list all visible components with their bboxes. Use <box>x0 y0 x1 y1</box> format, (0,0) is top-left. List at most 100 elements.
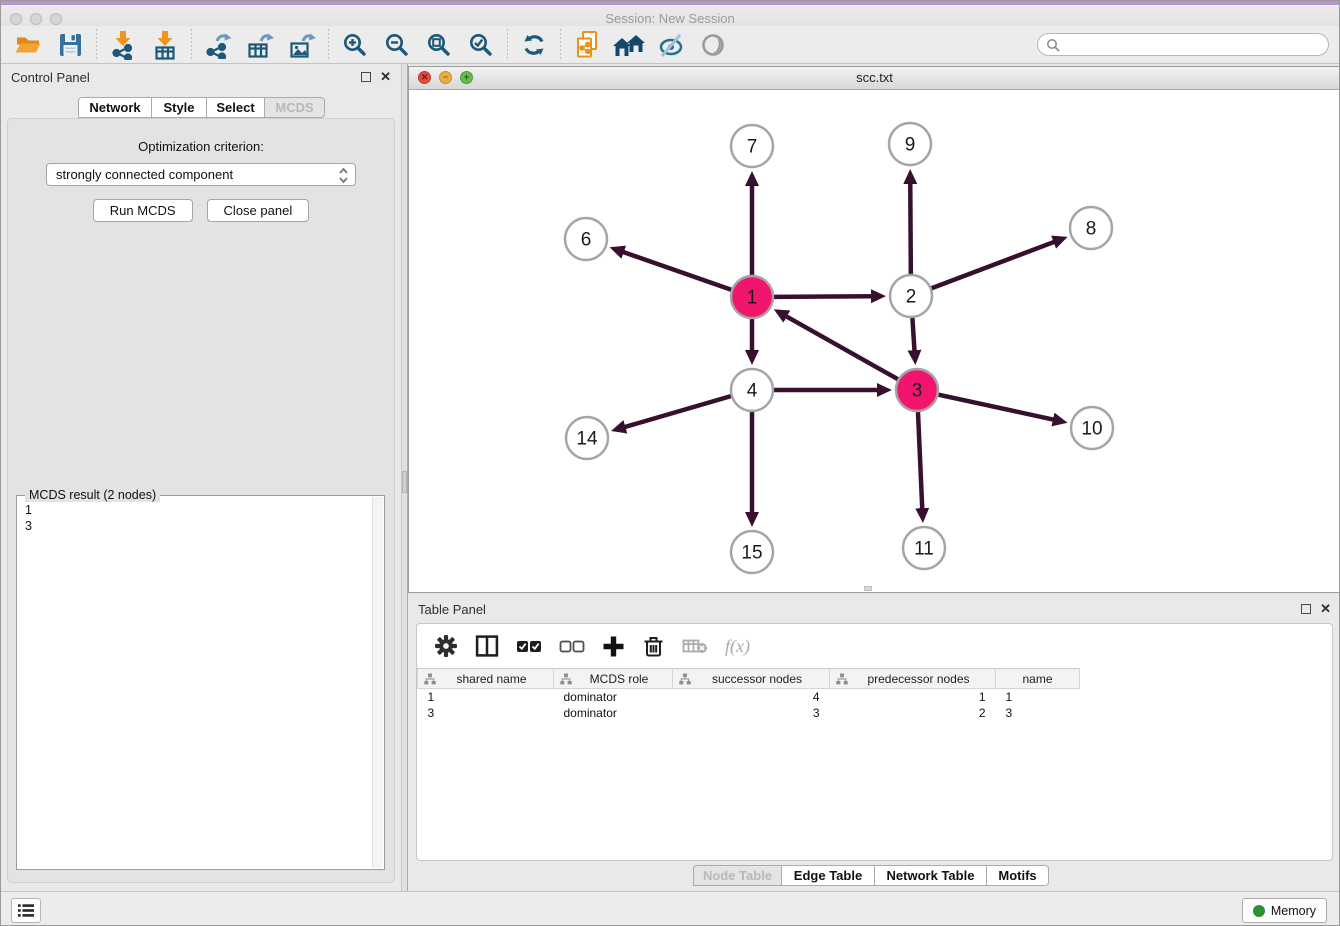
edge-2-8[interactable] <box>932 241 1056 288</box>
close-panel-icon[interactable]: ✕ <box>380 71 391 82</box>
node-8[interactable]: 8 <box>1070 207 1112 249</box>
edge-2-3[interactable] <box>912 318 914 352</box>
save-icon <box>57 32 83 58</box>
select-all-button[interactable] <box>516 637 542 655</box>
float-panel-icon[interactable] <box>361 72 371 82</box>
control-panel-tabs: Network Style Select MCDS <box>78 97 325 118</box>
node-14[interactable]: 14 <box>566 417 608 459</box>
tab-motifs[interactable]: Motifs <box>987 865 1049 886</box>
birds-eye-view-button[interactable] <box>692 29 734 61</box>
float-panel-icon[interactable] <box>1301 604 1311 614</box>
export-network-button[interactable] <box>197 29 239 61</box>
hide-graphics-details-button[interactable] <box>650 29 692 61</box>
network-resize-grip[interactable] <box>864 586 872 591</box>
network-view-window: ✕ − + scc.txt 7968124314101511 <box>408 66 1340 593</box>
column-header-4[interactable]: name <box>996 669 1080 689</box>
column-header-label: successor nodes <box>691 672 823 686</box>
table-toolbar: f(x) <box>417 624 1332 668</box>
table-settings-button[interactable] <box>434 634 458 658</box>
column-header-3[interactable]: predecessor nodes <box>830 669 996 689</box>
zoom-out-button[interactable] <box>376 29 418 61</box>
task-history-button[interactable] <box>11 898 41 923</box>
import-table-button[interactable] <box>144 29 186 61</box>
optimization-criterion-label: Optimization criterion: <box>8 139 394 154</box>
table-panel-tabs: Node Table Edge Table Network Table Moti… <box>693 865 1049 886</box>
save-session-button[interactable] <box>49 29 91 61</box>
table-cell[interactable]: 1 <box>830 689 996 706</box>
table-cell[interactable]: 4 <box>673 689 830 706</box>
run-mcds-button[interactable]: Run MCDS <box>93 199 193 222</box>
node-15[interactable]: 15 <box>731 531 773 573</box>
import-network-button[interactable] <box>102 29 144 61</box>
tab-select[interactable]: Select <box>207 97 265 118</box>
edge-1-2[interactable] <box>774 296 873 297</box>
table-cell[interactable]: 3 <box>996 705 1080 721</box>
edge-4-14[interactable] <box>623 396 730 427</box>
zoom-selected-button[interactable] <box>460 29 502 61</box>
splitter-grip[interactable] <box>402 471 407 493</box>
deselect-all-button[interactable] <box>559 637 585 655</box>
tab-mcds[interactable]: MCDS <box>265 97 325 118</box>
column-header-label: MCDS role <box>572 672 666 686</box>
edge-1-6[interactable] <box>622 252 731 290</box>
close-panel-icon[interactable]: ✕ <box>1320 603 1331 614</box>
apply-function-button[interactable]: f(x) <box>725 636 750 657</box>
node-10[interactable]: 10 <box>1071 407 1113 449</box>
apply-layout-button[interactable] <box>513 29 555 61</box>
memory-button[interactable]: Memory <box>1242 898 1327 923</box>
table-cell[interactable]: dominator <box>554 689 673 706</box>
node-label: 11 <box>914 539 934 560</box>
table-cell[interactable]: 3 <box>418 705 554 721</box>
edge-3-11[interactable] <box>918 412 922 510</box>
delete-table-button[interactable] <box>682 637 708 655</box>
table-cell[interactable]: 1 <box>996 689 1080 706</box>
criterion-select[interactable]: strongly connected component <box>46 163 356 186</box>
network-canvas[interactable]: 7 9 6 8 1 2 4 3 14 10 15 11 <box>409 89 1340 592</box>
tab-node-table[interactable]: Node Table <box>693 865 782 886</box>
mcds-result-lines[interactable]: 13 <box>17 500 372 869</box>
vertical-splitter[interactable] <box>401 64 408 891</box>
zoom-in-button[interactable] <box>334 29 376 61</box>
table-cell[interactable]: dominator <box>554 705 673 721</box>
table-row[interactable]: 3dominator323 <box>418 705 1333 721</box>
column-header-0[interactable]: shared name <box>418 669 554 689</box>
tab-style[interactable]: Style <box>152 97 207 118</box>
tab-network[interactable]: Network <box>78 97 152 118</box>
edge-2-9[interactable] <box>910 182 911 274</box>
mcds-panel: Optimization criterion: strongly connect… <box>7 118 395 883</box>
open-session-button[interactable] <box>7 29 49 61</box>
header-filler <box>1080 669 1333 689</box>
result-scrollbar[interactable] <box>372 497 383 868</box>
table-cell[interactable]: 2 <box>830 705 996 721</box>
node-6[interactable]: 6 <box>565 218 607 260</box>
node-1[interactable]: 1 <box>731 276 773 318</box>
show-columns-button[interactable] <box>475 634 499 658</box>
node-3[interactable]: 3 <box>896 369 938 411</box>
edge-3-1[interactable] <box>785 316 898 380</box>
close-panel-button[interactable]: Close panel <box>207 199 310 222</box>
node-9[interactable]: 9 <box>889 123 931 165</box>
columns-icon <box>475 634 499 658</box>
edge-3-10[interactable] <box>938 395 1054 420</box>
table-row[interactable]: 1dominator411 <box>418 689 1333 706</box>
mcds-result-box: MCDS result (2 nodes) 13 <box>16 495 385 870</box>
column-header-1[interactable]: MCDS role <box>554 669 673 689</box>
node-11[interactable]: 11 <box>903 527 945 569</box>
show-all-networks-button[interactable] <box>608 29 650 61</box>
export-image-button[interactable] <box>281 29 323 61</box>
search-input[interactable] <box>1065 36 1320 53</box>
export-table-button[interactable] <box>239 29 281 61</box>
zoom-fit-button[interactable] <box>418 29 460 61</box>
tab-network-table[interactable]: Network Table <box>875 865 987 886</box>
table-cell[interactable]: 1 <box>418 689 554 706</box>
column-header-2[interactable]: successor nodes <box>673 669 830 689</box>
node-2[interactable]: 2 <box>890 275 932 317</box>
clone-network-button[interactable] <box>566 29 608 61</box>
node-7[interactable]: 7 <box>731 125 773 167</box>
add-column-button[interactable] <box>602 635 625 658</box>
delete-column-button[interactable] <box>642 634 665 658</box>
node-4[interactable]: 4 <box>731 369 773 411</box>
table-cell[interactable]: 3 <box>673 705 830 721</box>
node-label: 10 <box>1081 419 1102 440</box>
tab-edge-table[interactable]: Edge Table <box>782 865 875 886</box>
